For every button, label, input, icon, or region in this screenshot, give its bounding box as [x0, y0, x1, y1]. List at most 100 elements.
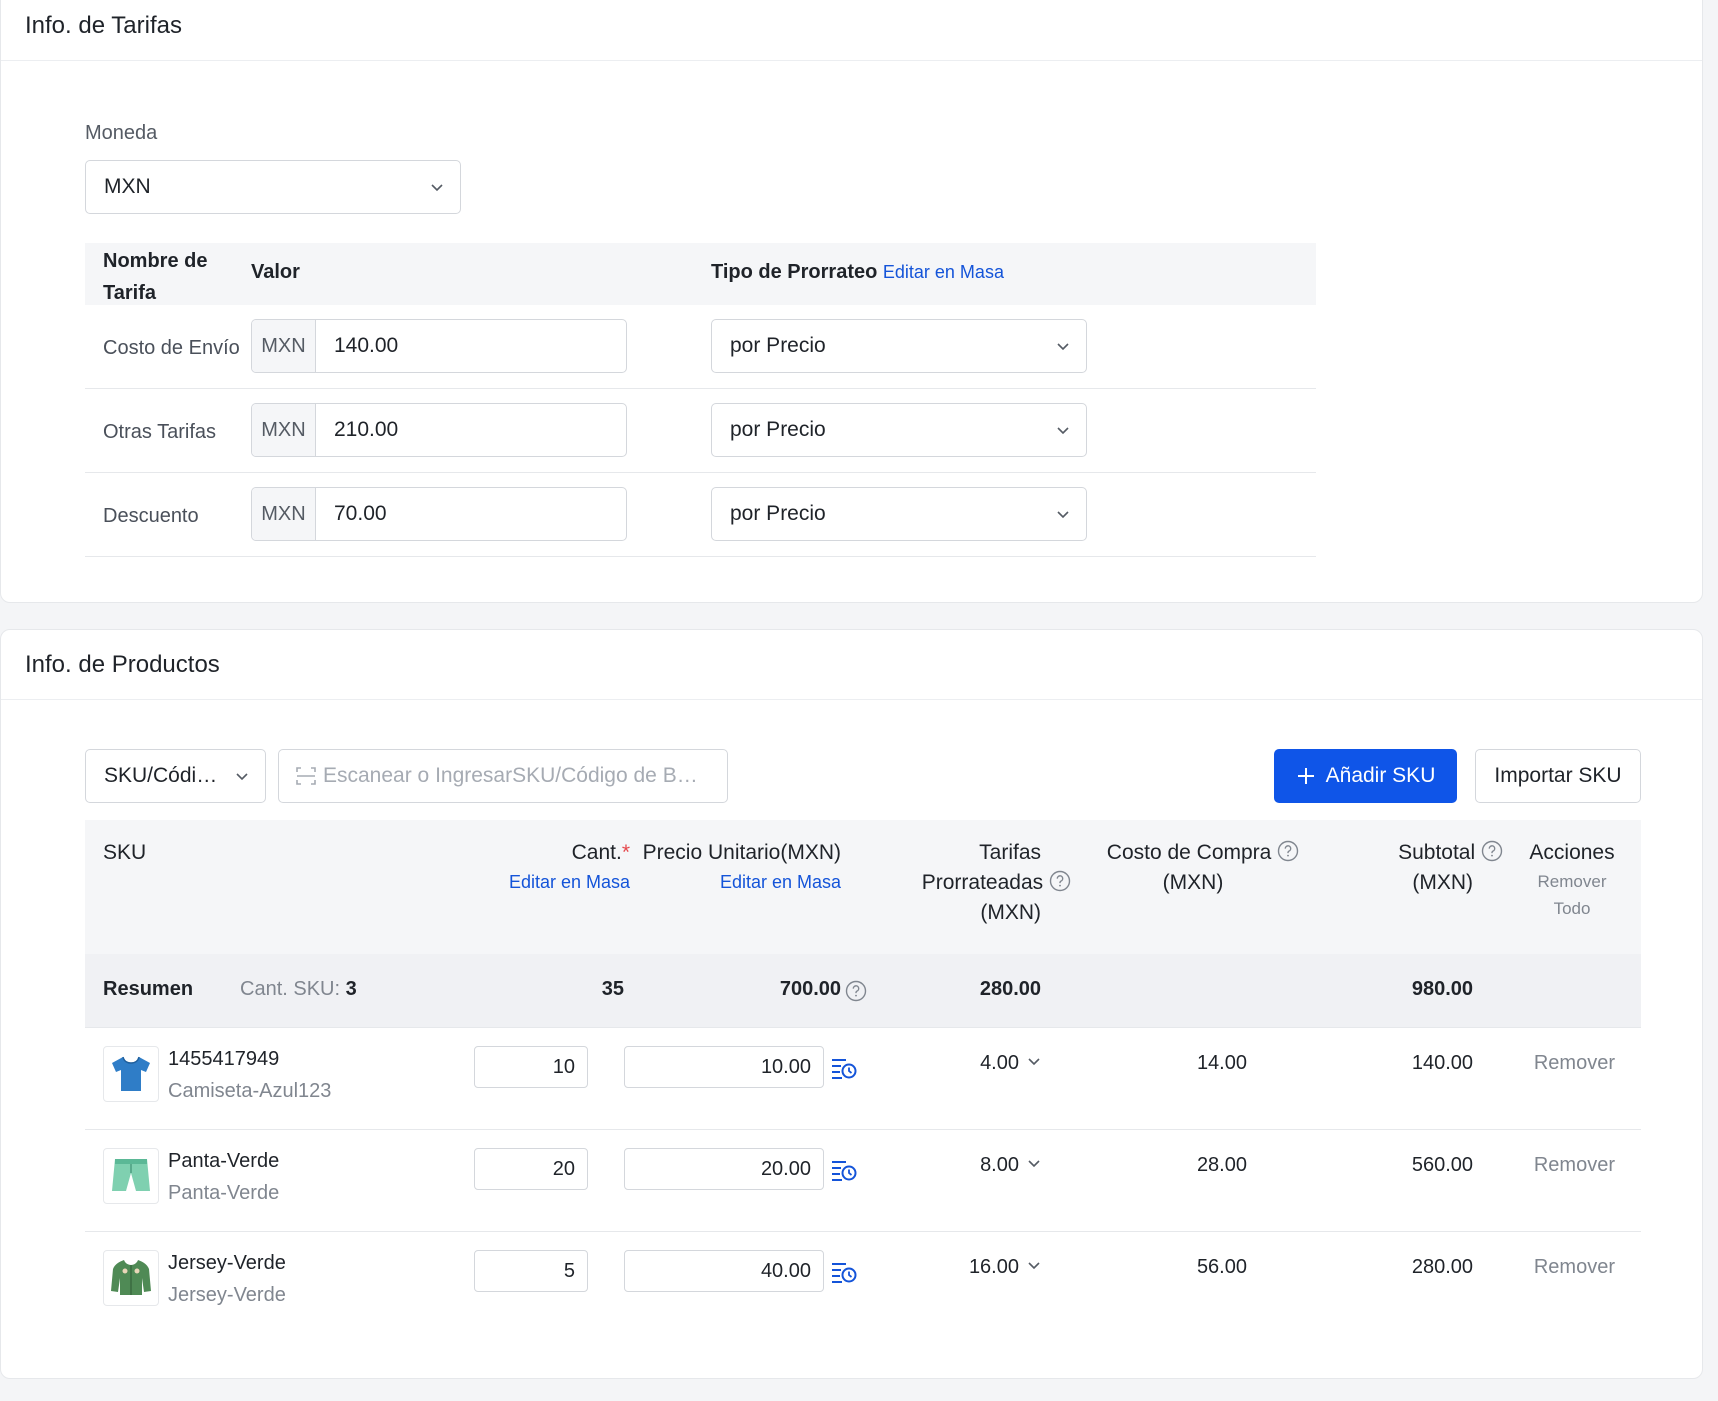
proration-value: por Precio: [730, 502, 826, 525]
qty-input[interactable]: 20: [474, 1148, 588, 1190]
remove-all-line2: Todo: [1553, 899, 1591, 918]
product-image: [103, 1046, 159, 1102]
fee-value-header: Valor: [251, 261, 300, 283]
prorated-fees-header: Tarifas Prorrateadas (MXN): [892, 838, 1071, 928]
cost-header-line1-wrap: Costo de Compra: [1098, 838, 1308, 868]
chevron-down-icon: [431, 184, 443, 192]
product-row: Panta-Verde Panta-Verde 20 20.00 8.00 28…: [85, 1130, 1641, 1232]
sku-code: Jersey-Verde: [168, 1252, 286, 1274]
fee-value-input[interactable]: MXN 210.00: [251, 403, 627, 457]
unit-price-bulk-edit-link[interactable]: Editar en Masa: [643, 868, 841, 896]
fee-value-input[interactable]: MXN 70.00: [251, 487, 627, 541]
product-row: Jersey-Verde Jersey-Verde 5 40.00 16.00 …: [85, 1232, 1641, 1334]
chevron-down-icon: [1057, 511, 1069, 519]
prorated-total: 280.00: [979, 978, 1041, 1000]
import-sku-button[interactable]: Importar SKU: [1475, 749, 1641, 803]
proration-select[interactable]: por Precio: [711, 487, 1087, 541]
prorated-fee[interactable]: 4.00: [980, 1052, 1041, 1075]
fee-table-header: Nombre de Tarifa Valor Tipo de Prorrateo…: [85, 243, 1316, 305]
remove-link[interactable]: Remover: [1534, 1052, 1615, 1075]
help-icon[interactable]: [1049, 870, 1071, 892]
prorated-header-line1: Tarifas: [979, 841, 1041, 864]
fee-row-shipping: Costo de Envío MXN 140.00 por Precio: [85, 305, 1316, 389]
price-history-icon[interactable]: [831, 1260, 857, 1284]
price-total: 700.00: [779, 978, 841, 1000]
prorated-fee[interactable]: 16.00: [969, 1256, 1041, 1279]
fee-value[interactable]: 70.00: [316, 488, 626, 540]
fee-currency-addon: MXN: [252, 320, 316, 372]
summary-row: Resumen Cant. SKU: 3 35 700.00 280.00 98…: [85, 954, 1641, 1028]
chevron-down-icon: [1028, 1160, 1040, 1168]
subtotal-header-line1: Subtotal: [1398, 841, 1476, 864]
fee-name: Otras Tarifas: [103, 421, 216, 443]
qty-input[interactable]: 10: [474, 1046, 588, 1088]
fee-name: Costo de Envío: [103, 337, 240, 359]
fee-value[interactable]: 140.00: [316, 320, 626, 372]
chevron-down-icon: [1028, 1058, 1040, 1066]
remove-link[interactable]: Remover: [1534, 1154, 1615, 1177]
scan-icon: [296, 767, 316, 785]
sku-code: 1455417949: [168, 1048, 280, 1070]
fee-currency-addon: MXN: [252, 404, 316, 456]
currency-select[interactable]: MXN: [85, 160, 461, 214]
qty-input[interactable]: 5: [474, 1250, 588, 1292]
proration-header: Tipo de Prorrateo Editar en Masa: [711, 261, 1004, 284]
subtotal-header-line2: (MXN): [1412, 871, 1473, 894]
fee-value[interactable]: 210.00: [316, 404, 626, 456]
fee-currency-addon: MXN: [252, 488, 316, 540]
proration-bulk-edit-link[interactable]: Editar en Masa: [883, 262, 1004, 282]
scan-input[interactable]: Escanear o IngresarSKU/Código de B…: [278, 749, 728, 803]
proration-select[interactable]: por Precio: [711, 403, 1087, 457]
proration-value: por Precio: [730, 334, 826, 357]
scan-placeholder: Escanear o IngresarSKU/Código de B…: [323, 764, 698, 787]
price-history-icon[interactable]: [831, 1056, 857, 1080]
shorts-icon: [112, 1159, 150, 1191]
remove-all-link[interactable]: Remover Todo: [1521, 868, 1623, 922]
product-image: [103, 1250, 159, 1306]
sku-name: Jersey-Verde: [168, 1284, 286, 1306]
unit-price-input[interactable]: 40.00: [624, 1250, 824, 1292]
add-sku-button[interactable]: Añadir SKU: [1274, 749, 1457, 803]
subtotal: 140.00: [1411, 1052, 1473, 1074]
prorated-header-line2-wrap: Prorrateadas: [922, 868, 1071, 898]
help-icon[interactable]: [845, 980, 867, 1002]
prorated-fee-value: 4.00: [980, 1052, 1019, 1074]
proration-select[interactable]: por Precio: [711, 319, 1087, 373]
products-title: Info. de Productos: [1, 630, 1702, 700]
subtotal: 560.00: [1411, 1154, 1473, 1176]
subtotal-total: 980.00: [1411, 978, 1473, 1000]
chevron-down-icon: [1057, 343, 1069, 351]
plus-icon: [1297, 768, 1314, 784]
help-icon[interactable]: [1277, 840, 1299, 862]
fees-title: Info. de Tarifas: [1, 0, 1702, 61]
help-icon[interactable]: [1481, 840, 1503, 862]
product-image: [103, 1148, 159, 1204]
purchase-cost: 28.00: [1196, 1154, 1247, 1176]
proration-value: por Precio: [730, 418, 826, 441]
currency-label: Moneda: [85, 122, 158, 144]
add-sku-label: Añadir SKU: [1325, 764, 1436, 787]
remove-link[interactable]: Remover: [1534, 1256, 1615, 1279]
chevron-down-icon: [1028, 1262, 1040, 1270]
unit-price-input[interactable]: 20.00: [624, 1148, 824, 1190]
products-card: Info. de Productos SKU/Códi… Escanear o …: [0, 629, 1703, 1379]
summary-label: Resumen: [103, 978, 194, 1000]
price-history-icon[interactable]: [831, 1158, 857, 1182]
tshirt-icon: [112, 1056, 150, 1091]
qty-bulk-edit-link[interactable]: Editar en Masa: [509, 868, 630, 896]
subtotal-header: Subtotal (MXN): [1368, 838, 1503, 898]
prorated-fee[interactable]: 8.00: [980, 1154, 1041, 1177]
sku-name: Camiseta-Azul123: [168, 1080, 332, 1102]
fee-value-input[interactable]: MXN 140.00: [251, 319, 627, 373]
sku-count-value: 3: [345, 978, 357, 1000]
cost-header-line1: Costo de Compra: [1106, 841, 1272, 864]
prorated-header-line3: (MXN): [980, 901, 1041, 924]
unit-price-input[interactable]: 10.00: [624, 1046, 824, 1088]
fee-row-other: Otras Tarifas MXN 210.00 por Precio: [85, 389, 1316, 473]
subtotal: 280.00: [1411, 1256, 1473, 1278]
qty-header-label: Cant.: [571, 841, 622, 864]
sku-count-label: Cant. SKU:: [240, 978, 341, 1000]
sku-count: Cant. SKU: 3: [240, 978, 357, 1001]
required-mark: *: [621, 841, 630, 864]
sku-type-select[interactable]: SKU/Códi…: [85, 749, 266, 803]
